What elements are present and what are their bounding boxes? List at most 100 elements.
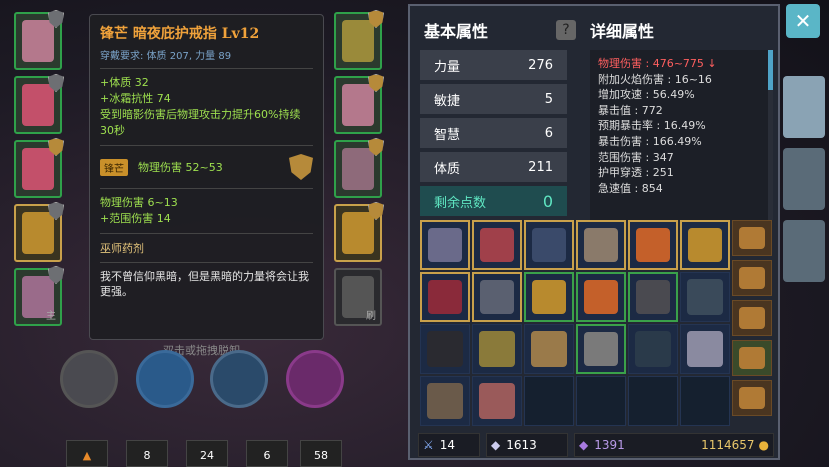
remaining-value: 0 bbox=[542, 191, 553, 211]
equip-slot-amulet[interactable] bbox=[334, 10, 384, 70]
inventory-slot[interactable] bbox=[576, 220, 626, 270]
bag-column bbox=[732, 220, 774, 416]
stat-wisdom: 智慧 6 bbox=[420, 118, 567, 148]
equip-slot-boots[interactable] bbox=[334, 138, 384, 198]
currency-c: ◆ 1391 1114657 ● bbox=[574, 433, 774, 457]
equip-slot-ring[interactable] bbox=[14, 202, 64, 262]
crystal-icon: ◆ bbox=[491, 438, 501, 452]
inventory-slot[interactable] bbox=[472, 220, 522, 270]
tab-settings-icon[interactable] bbox=[783, 220, 825, 282]
set-tag: 锋芒 bbox=[100, 158, 128, 176]
detail-row: 范围伤害 : 347 bbox=[598, 150, 674, 164]
skill-sword-icon[interactable] bbox=[60, 350, 118, 408]
set-shield-icon bbox=[289, 154, 313, 180]
detail-row: 物理伤害 : 476~775 ↓ bbox=[598, 57, 717, 70]
inventory-slot[interactable] bbox=[472, 376, 522, 426]
inventory-slot[interactable] bbox=[472, 324, 522, 374]
inventory-slot[interactable] bbox=[420, 376, 470, 426]
inventory-slot-empty[interactable] bbox=[680, 376, 730, 426]
inventory-slot[interactable] bbox=[680, 324, 730, 374]
set-row: 锋芒 物理伤害 52~53 bbox=[100, 154, 313, 180]
detail-stats-list[interactable]: 物理伤害 : 476~775 ↓ 附加火焰伤害 : 16~16 增加攻速 : 5… bbox=[590, 50, 768, 220]
potion-count: 6 bbox=[263, 449, 271, 462]
belt-slot-potion-purple[interactable]: 6 bbox=[246, 440, 288, 467]
belt-slot-potion-red2[interactable]: 58 bbox=[300, 440, 342, 467]
potion-count: 8 bbox=[143, 449, 151, 462]
tab-skills-icon[interactable] bbox=[783, 148, 825, 210]
belt-slot-campfire[interactable]: ▲ bbox=[66, 440, 108, 467]
detail-row: 增加攻速 : 56.49% bbox=[598, 88, 695, 102]
inventory-slot[interactable] bbox=[628, 272, 678, 322]
stat-label: 体质 bbox=[434, 161, 461, 177]
inventory-slot[interactable] bbox=[420, 324, 470, 374]
bag-icon[interactable] bbox=[732, 380, 772, 416]
potion-count: 24 bbox=[200, 449, 214, 462]
skill-slash-icon[interactable] bbox=[286, 350, 344, 408]
stat-value: 6 bbox=[544, 125, 553, 141]
equip-slot-helmet[interactable] bbox=[14, 10, 64, 70]
inventory-slot[interactable] bbox=[524, 324, 574, 374]
set-effect: 物理伤害 52~53 bbox=[138, 161, 223, 174]
stats-panel: 基本属性 ? 详细属性 力量 276 敏捷 5 智慧 6 体质 211 剩余点数 0 物理… bbox=[408, 4, 780, 460]
equip-slot-ring2[interactable] bbox=[334, 202, 384, 262]
inventory-slot[interactable] bbox=[472, 272, 522, 322]
bag-icon[interactable] bbox=[732, 340, 772, 376]
bag-icon[interactable] bbox=[732, 300, 772, 336]
detail-row: 预期暴击率 : 16.49% bbox=[598, 119, 706, 133]
currency-a: ⚔ 14 bbox=[418, 433, 480, 457]
equip-slot-chest[interactable] bbox=[14, 74, 64, 134]
gem-icon: ◆ bbox=[579, 438, 589, 452]
bag-icon[interactable] bbox=[732, 220, 772, 256]
inventory-slot[interactable] bbox=[420, 220, 470, 270]
potion-label: 巫师药剂 bbox=[100, 242, 144, 255]
currency-bar: ⚔ 14 ◆ 1613 ◆ 1391 1114657 ● bbox=[418, 433, 774, 457]
detail-row: 附加火焰伤害 : 16~16 bbox=[598, 72, 712, 86]
inventory-slot[interactable] bbox=[524, 220, 574, 270]
stat-constitution: 体质 211 bbox=[420, 152, 567, 182]
currency-a-value: 14 bbox=[439, 438, 456, 452]
base-stat-1: 物理伤害 6~13 bbox=[100, 196, 178, 209]
equip-slot-legs[interactable] bbox=[14, 138, 64, 198]
equip-slot-gloves[interactable] bbox=[334, 74, 384, 134]
equip-slot-offhand[interactable]: 刷 bbox=[334, 268, 382, 326]
remaining-points: 剩余点数 0 bbox=[420, 186, 567, 216]
stat-value: 5 bbox=[544, 91, 553, 107]
bag-icon[interactable] bbox=[732, 260, 772, 296]
detail-row: 急速值 : 854 bbox=[598, 181, 663, 195]
belt-slot-potion-blue[interactable]: 8 bbox=[126, 440, 168, 467]
basic-attributes-title: 基本属性 bbox=[424, 22, 489, 41]
inventory-slot[interactable] bbox=[576, 272, 626, 322]
inventory-slot[interactable] bbox=[628, 220, 678, 270]
gold-coin-icon: ● bbox=[758, 438, 769, 452]
detail-attributes-title: 详细属性 bbox=[590, 22, 655, 41]
inventory-slot[interactable] bbox=[680, 220, 730, 270]
inventory-slot[interactable] bbox=[524, 272, 574, 322]
inventory-slot-empty[interactable] bbox=[628, 376, 678, 426]
inventory-slot[interactable] bbox=[628, 324, 678, 374]
refresh-tag: 刷 bbox=[366, 311, 376, 322]
bonus-1: +体质 32 bbox=[100, 76, 149, 89]
help-icon[interactable]: ? bbox=[556, 20, 576, 40]
bonus-2: +冰霜抗性 74 bbox=[100, 92, 171, 105]
crossed-swords-icon: ⚔ bbox=[423, 438, 434, 452]
equip-slot-weapon[interactable]: 主 bbox=[14, 266, 64, 326]
inventory-slot-empty[interactable] bbox=[576, 376, 626, 426]
remaining-label: 剩余点数 bbox=[434, 195, 487, 211]
stat-strength: 力量 276 bbox=[420, 50, 567, 80]
skill-dash-icon[interactable] bbox=[136, 350, 194, 408]
skill-whirlwind-icon[interactable] bbox=[210, 350, 268, 408]
detail-scrollbar[interactable] bbox=[768, 50, 773, 220]
item-requirement: 穿戴要求: 体质 207, 力量 89 bbox=[100, 51, 232, 62]
belt-slot-potion-red[interactable]: 24 bbox=[186, 440, 228, 467]
inventory-slot[interactable] bbox=[576, 324, 626, 374]
inventory-slot[interactable] bbox=[420, 272, 470, 322]
stat-value: 276 bbox=[528, 57, 553, 73]
close-button[interactable]: ✕ bbox=[786, 4, 820, 38]
tab-character-helmet-icon[interactable] bbox=[783, 76, 825, 138]
stat-label: 力量 bbox=[434, 59, 461, 75]
detail-row: 护甲穿透 : 251 bbox=[598, 166, 674, 180]
inventory-slot[interactable] bbox=[680, 272, 730, 322]
currency-c-value: 1391 bbox=[594, 438, 625, 452]
main-tag: 主 bbox=[46, 311, 56, 322]
inventory-slot-empty[interactable] bbox=[524, 376, 574, 426]
